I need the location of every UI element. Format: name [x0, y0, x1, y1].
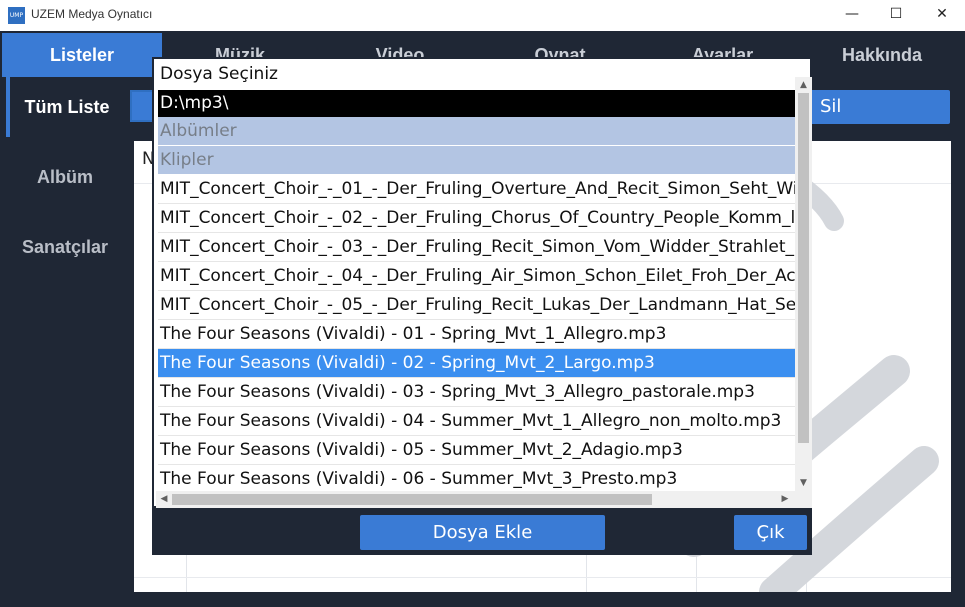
file-item[interactable]: The Four Seasons (Vivaldi) - 05 - Summer…: [158, 436, 795, 465]
file-list: Albümler Klipler MIT_Concert_Choir_-_01_…: [158, 117, 795, 491]
window-title: UZEM Medya Oynatıcı: [31, 7, 153, 21]
vertical-scroll-thumb[interactable]: [798, 93, 809, 443]
file-item[interactable]: MIT_Concert_Choir_-_03_-_Der_Fruling_Rec…: [158, 233, 795, 262]
horizontal-scroll-thumb[interactable]: [172, 494, 652, 505]
sidebar: Tüm Liste Albüm Sanatçılar: [0, 77, 124, 607]
file-item[interactable]: The Four Seasons (Vivaldi) - 03 - Spring…: [158, 378, 795, 407]
dialog-body: Dosya Seçiniz D:\mp3\ Albümler Klipler M…: [154, 59, 812, 508]
file-item[interactable]: MIT_Concert_Choir_-_05_-_Der_Fruling_Rec…: [158, 291, 795, 320]
file-item-selected[interactable]: The Four Seasons (Vivaldi) - 02 - Spring…: [158, 349, 795, 378]
path-field[interactable]: D:\mp3\: [158, 90, 795, 117]
app-logo-icon: UMP: [8, 7, 25, 24]
minimize-button[interactable]: —: [829, 0, 875, 31]
file-item[interactable]: MIT_Concert_Choir_-_04_-_Der_Fruling_Air…: [158, 262, 795, 291]
file-select-dialog: Dosya Seçiniz D:\mp3\ Albümler Klipler M…: [152, 57, 812, 555]
scroll-right-icon[interactable]: ▶: [777, 491, 793, 508]
file-item[interactable]: The Four Seasons (Vivaldi) - 01 - Spring…: [158, 320, 795, 349]
add-file-button[interactable]: Dosya Ekle: [360, 515, 605, 550]
tab-hakkinda[interactable]: Hakkında: [808, 33, 956, 77]
list-name-input[interactable]: [130, 90, 154, 122]
sidebar-item-sanatcilar[interactable]: Sanatçılar: [6, 217, 124, 277]
maximize-button[interactable]: ☐: [873, 0, 919, 31]
scroll-corner: [795, 491, 812, 508]
scroll-down-icon[interactable]: ▼: [795, 475, 812, 491]
delete-button[interactable]: Sil: [808, 90, 950, 124]
scroll-left-icon[interactable]: ◀: [156, 491, 172, 508]
vertical-scrollbar[interactable]: ▲ ▼: [795, 77, 812, 491]
file-item[interactable]: The Four Seasons (Vivaldi) - 04 - Summer…: [158, 407, 795, 436]
dialog-title: Dosya Seçiniz: [160, 64, 278, 84]
file-item[interactable]: The Four Seasons (Vivaldi) - 06 - Summer…: [158, 465, 795, 491]
sidebar-item-tum-liste[interactable]: Tüm Liste: [6, 77, 124, 137]
folder-item[interactable]: Klipler: [158, 146, 795, 175]
title-bar: UMP UZEM Medya Oynatıcı — ☐ ✕: [0, 0, 965, 31]
folder-item[interactable]: Albümler: [158, 117, 795, 146]
close-window-button[interactable]: ✕: [919, 0, 965, 31]
scroll-up-icon[interactable]: ▲: [795, 77, 812, 93]
horizontal-scrollbar[interactable]: ◀ ▶: [156, 491, 795, 508]
sidebar-item-album[interactable]: Albüm: [6, 147, 124, 207]
exit-button[interactable]: Çık: [734, 515, 807, 550]
file-item[interactable]: MIT_Concert_Choir_-_02_-_Der_Fruling_Cho…: [158, 204, 795, 233]
file-item[interactable]: MIT_Concert_Choir_-_01_-_Der_Fruling_Ove…: [158, 175, 795, 204]
tab-listeler[interactable]: Listeler: [2, 33, 162, 77]
